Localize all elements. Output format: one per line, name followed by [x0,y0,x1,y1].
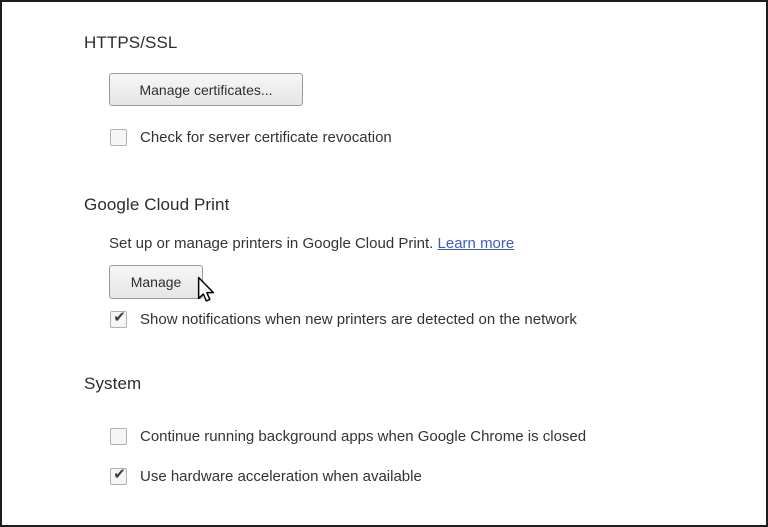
hardware-acceleration-label: Use hardware acceleration when available [140,468,422,485]
show-notifications-checkbox[interactable]: ✔ [110,309,127,328]
manage-button[interactable]: Manage [109,265,203,299]
cloud-print-description: Set up or manage printers in Google Clou… [109,235,434,252]
checkmark-icon: ✔ [113,466,126,483]
check-revocation-row[interactable]: Check for server certificate revocation [110,129,392,146]
checkmark-icon: ✔ [113,309,126,326]
manage-certificates-button[interactable]: Manage certificates... [109,73,303,106]
check-revocation-checkbox[interactable] [110,129,127,146]
hardware-acceleration-checkbox[interactable]: ✔ [110,466,127,485]
background-apps-checkbox[interactable] [110,428,127,445]
learn-more-link[interactable]: Learn more [438,235,515,252]
show-notifications-label: Show notifications when new printers are… [140,311,577,328]
section-title-google-cloud-print: Google Cloud Print [84,195,230,214]
section-title-https-ssl: HTTPS/SSL [84,33,178,52]
chrome-settings-page: HTTPS/SSL Manage certificates... Check f… [0,0,768,527]
show-notifications-row[interactable]: ✔ Show notifications when new printers a… [110,309,577,328]
hardware-acceleration-row[interactable]: ✔ Use hardware acceleration when availab… [110,466,422,485]
section-title-system: System [84,374,142,393]
cloud-print-description-row: Set up or manage printers in Google Clou… [109,235,514,252]
background-apps-label: Continue running background apps when Go… [140,428,587,445]
background-apps-row[interactable]: Continue running background apps when Go… [110,428,586,445]
check-revocation-label: Check for server certificate revocation [140,129,392,146]
